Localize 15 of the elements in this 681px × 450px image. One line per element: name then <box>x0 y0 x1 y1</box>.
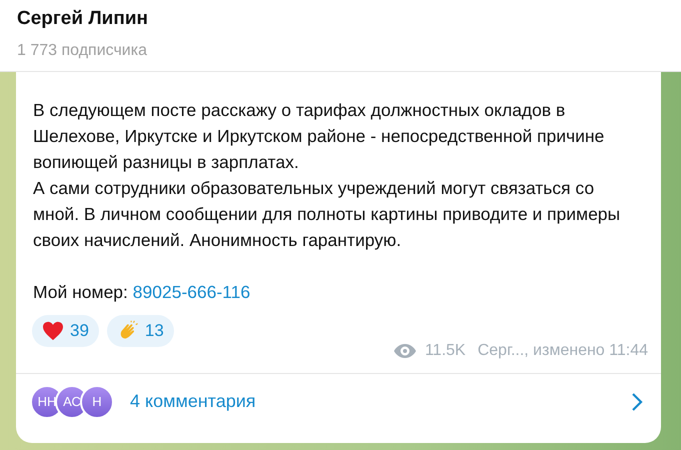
message-text: А сами сотрудники образовательных учреждений могут связаться со мной. В личном сообщении для полноты картины приводите и примеры своих начислений. Анонимность гарантирую. <box>33 177 622 252</box>
heart-icon <box>42 321 64 341</box>
message-text: В следующем посте расскажу о тарифах должностных окладов в Шелехове, Иркутске и Иркутском районе - непосредственной причине вопиющей разницы в зарплатах. <box>33 99 606 174</box>
avatar: Н <box>80 384 114 418</box>
chevron-right-icon <box>631 392 643 412</box>
eye-icon <box>392 343 417 359</box>
phone-link[interactable]: 89025-666-116 <box>132 282 250 302</box>
reaction-button[interactable]: 13 <box>106 315 174 347</box>
view-count: 11.5K <box>424 341 466 361</box>
reaction-button[interactable]: 39 <box>32 315 99 347</box>
message-meta: Серг..., изменено 11:44 <box>478 341 648 361</box>
subscriber-count: 1 773 подписчика <box>17 41 148 61</box>
comments-link[interactable]: 4 комментария <box>130 388 256 415</box>
phone-label: Мой номер: <box>33 282 128 302</box>
channel-title: Сергей Липин <box>17 7 149 31</box>
